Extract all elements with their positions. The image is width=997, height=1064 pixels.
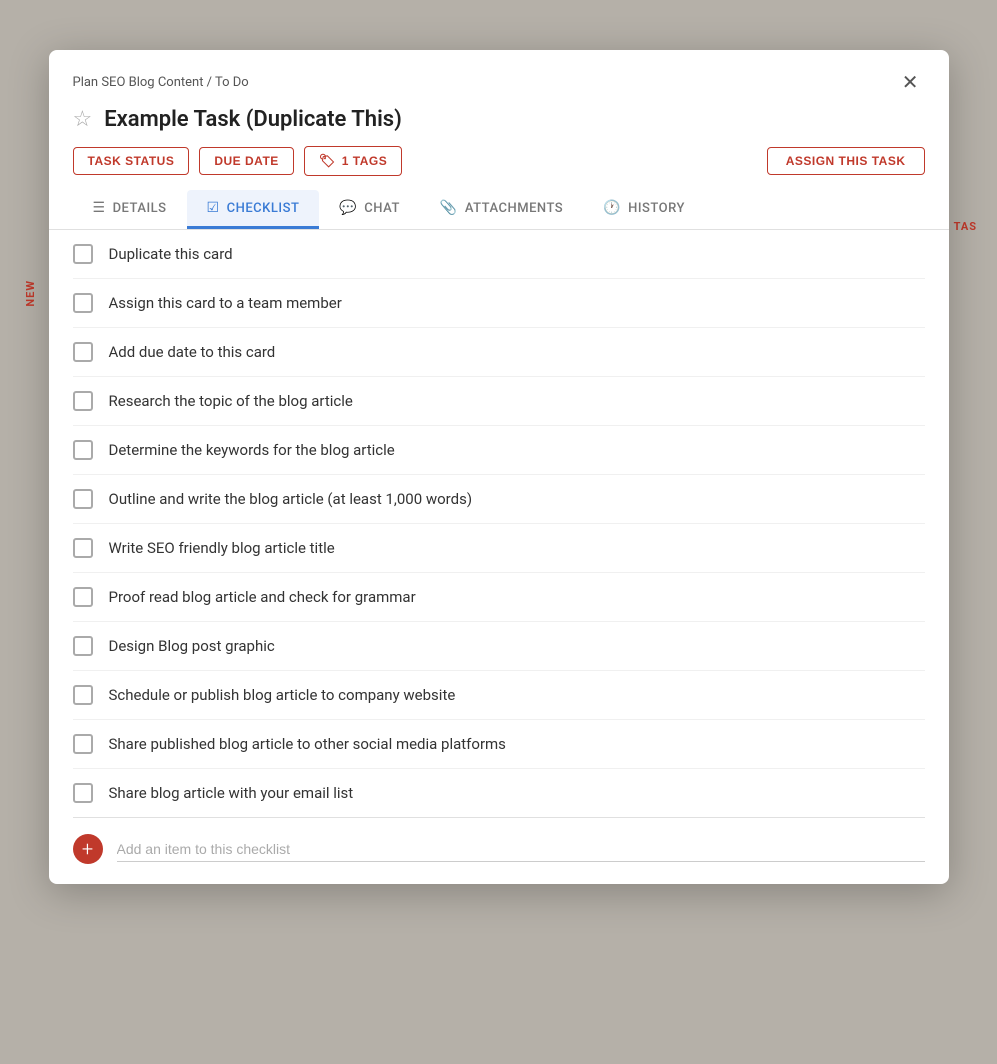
checklist-item: Outline and write the blog article (at l… bbox=[73, 475, 925, 524]
add-item-row: + bbox=[73, 817, 925, 884]
bg-tas-label: TAS bbox=[954, 220, 977, 233]
checklist-item-text: Outline and write the blog article (at l… bbox=[109, 490, 473, 508]
checklist-item: Design Blog post graphic bbox=[73, 622, 925, 671]
modal-body: Duplicate this card Assign this card to a… bbox=[49, 230, 949, 884]
chat-icon: 💬 bbox=[339, 200, 357, 216]
tab-details[interactable]: ☰ DETAILS bbox=[73, 190, 187, 229]
details-icon: ☰ bbox=[93, 200, 106, 216]
task-modal: Plan SEO Blog Content / To Do ✕ ☆ Exampl… bbox=[49, 50, 949, 884]
checklist-checkbox[interactable] bbox=[73, 440, 93, 460]
checklist-item-text: Schedule or publish blog article to comp… bbox=[109, 686, 456, 704]
checklist-checkbox[interactable] bbox=[73, 489, 93, 509]
checklist-checkbox[interactable] bbox=[73, 293, 93, 313]
checklist-item-text: Proof read blog article and check for gr… bbox=[109, 588, 416, 606]
backdrop: NEW TAS Plan SEO Blog Content / To Do ✕ … bbox=[20, 20, 977, 1044]
checklist-checkbox[interactable] bbox=[73, 783, 93, 803]
checklist-item-text: Design Blog post graphic bbox=[109, 637, 275, 655]
checklist-item: Duplicate this card bbox=[73, 230, 925, 279]
modal-header: Plan SEO Blog Content / To Do ✕ ☆ Exampl… bbox=[49, 50, 949, 230]
checklist-item-text: Share blog article with your email list bbox=[109, 784, 354, 802]
close-button[interactable]: ✕ bbox=[896, 68, 925, 97]
action-row: TASK STATUS DUE DATE 🏷 1 TAGS ASSIGN THI… bbox=[73, 146, 925, 176]
checklist-item: Add due date to this card bbox=[73, 328, 925, 377]
tab-attachments[interactable]: 📎 ATTACHMENTS bbox=[420, 190, 583, 229]
checklist-item-text: Add due date to this card bbox=[109, 343, 276, 361]
checklist-checkbox[interactable] bbox=[73, 244, 93, 264]
checklist-item-text: Research the topic of the blog article bbox=[109, 392, 353, 410]
breadcrumb: Plan SEO Blog Content / To Do bbox=[73, 75, 249, 90]
checklist-item: Research the topic of the blog article bbox=[73, 377, 925, 426]
tags-button[interactable]: 🏷 1 TAGS bbox=[304, 146, 402, 176]
due-date-button[interactable]: DUE DATE bbox=[199, 147, 293, 175]
checklist-item: Schedule or publish blog article to comp… bbox=[73, 671, 925, 720]
checklist-icon: ☑ bbox=[207, 200, 220, 216]
checklist-checkbox[interactable] bbox=[73, 587, 93, 607]
checklist-item-text: Assign this card to a team member bbox=[109, 294, 342, 312]
task-title: Example Task (Duplicate This) bbox=[104, 107, 402, 132]
checklist-checkbox[interactable] bbox=[73, 734, 93, 754]
tab-history[interactable]: 🕐 HISTORY bbox=[583, 190, 705, 229]
checklist-checkbox[interactable] bbox=[73, 636, 93, 656]
checklist-item-text: Share published blog article to other so… bbox=[109, 735, 506, 753]
breadcrumb-row: Plan SEO Blog Content / To Do ✕ bbox=[73, 68, 925, 97]
checklist-checkbox[interactable] bbox=[73, 342, 93, 362]
checklist-checkbox[interactable] bbox=[73, 685, 93, 705]
checklist-item-text: Duplicate this card bbox=[109, 245, 233, 263]
attachments-icon: 📎 bbox=[440, 200, 458, 216]
checklist-item-text: Write SEO friendly blog article title bbox=[109, 539, 335, 557]
checklist-item: Share blog article with your email list bbox=[73, 769, 925, 817]
checklist-item: Write SEO friendly blog article title bbox=[73, 524, 925, 573]
add-item-input[interactable] bbox=[117, 837, 925, 862]
tag-icon: 🏷 bbox=[319, 153, 336, 169]
star-icon[interactable]: ☆ bbox=[73, 107, 93, 132]
task-status-button[interactable]: TASK STATUS bbox=[73, 147, 190, 175]
tab-chat[interactable]: 💬 CHAT bbox=[319, 190, 420, 229]
title-row: ☆ Example Task (Duplicate This) bbox=[73, 107, 925, 132]
tab-checklist[interactable]: ☑ CHECKLIST bbox=[187, 190, 320, 229]
checklist-item: Assign this card to a team member bbox=[73, 279, 925, 328]
checklist-item: Proof read blog article and check for gr… bbox=[73, 573, 925, 622]
checklist-checkbox[interactable] bbox=[73, 391, 93, 411]
checklist-container: Duplicate this card Assign this card to a… bbox=[73, 230, 925, 817]
add-item-button[interactable]: + bbox=[73, 834, 103, 864]
checklist-item-text: Determine the keywords for the blog arti… bbox=[109, 441, 395, 459]
checklist-item: Share published blog article to other so… bbox=[73, 720, 925, 769]
checklist-checkbox[interactable] bbox=[73, 538, 93, 558]
checklist-item: Determine the keywords for the blog arti… bbox=[73, 426, 925, 475]
history-icon: 🕐 bbox=[603, 200, 621, 216]
tabs-row: ☰ DETAILS ☑ CHECKLIST 💬 CHAT 📎 ATTACHMEN… bbox=[73, 190, 925, 229]
bg-new-label: NEW bbox=[24, 280, 37, 307]
assign-task-button[interactable]: ASSIGN THIS TASK bbox=[767, 147, 925, 175]
